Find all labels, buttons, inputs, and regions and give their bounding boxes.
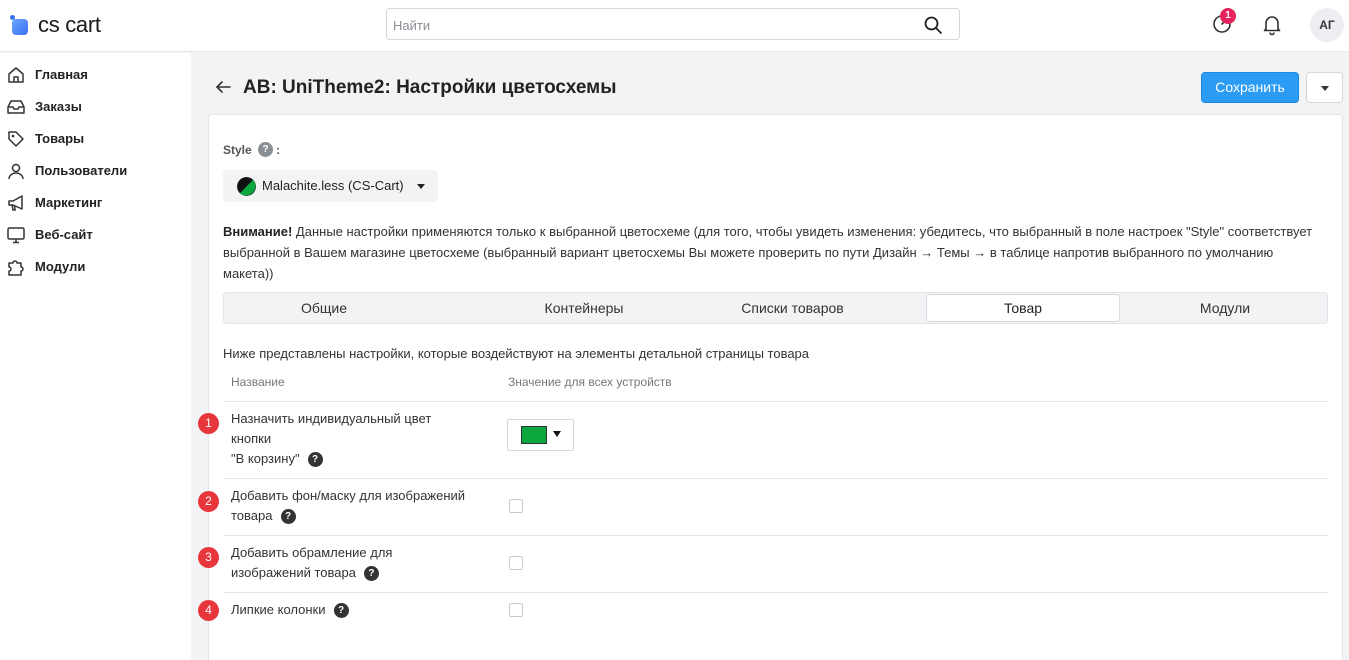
megaphone-icon bbox=[8, 195, 23, 211]
color-swatch bbox=[521, 426, 547, 444]
notification-badge: 1 bbox=[1220, 8, 1236, 24]
sidebar-item-label: Модули bbox=[35, 259, 86, 274]
row-number-marker: 2 bbox=[198, 491, 219, 512]
search-input[interactable] bbox=[393, 15, 913, 35]
divider bbox=[223, 401, 1328, 402]
style-select[interactable]: Malachite.less (CS-Cart) bbox=[223, 170, 438, 202]
sidebar-item-orders[interactable]: Заказы bbox=[0, 91, 191, 123]
setting-label-sticky-columns: Липкие колонки? bbox=[231, 600, 501, 620]
back-arrow-icon[interactable] bbox=[214, 78, 232, 96]
bell-icon[interactable] bbox=[1260, 12, 1284, 36]
chevron-down-icon bbox=[417, 184, 425, 189]
tab-modules[interactable]: Модули bbox=[1128, 293, 1322, 323]
notice-bold: Внимание! bbox=[223, 224, 293, 239]
avatar[interactable]: АГ bbox=[1310, 8, 1344, 42]
style-colon: : bbox=[276, 143, 280, 157]
logo-icon bbox=[10, 15, 30, 35]
setting-label-line: "В корзину" bbox=[231, 451, 300, 466]
setting-label-line: изображений товара bbox=[231, 565, 356, 580]
section-description: Ниже представлены настройки, которые воз… bbox=[223, 346, 810, 361]
top-bar: cs cart 1 АГ bbox=[0, 0, 1349, 52]
color-picker[interactable] bbox=[507, 419, 574, 451]
divider bbox=[223, 478, 1328, 479]
tab-product[interactable]: Товар bbox=[926, 294, 1120, 322]
sidebar-item-label: Заказы bbox=[35, 99, 82, 114]
logo-text: cs cart bbox=[38, 12, 101, 37]
warning-notice: Внимание! Данные настройки применяются т… bbox=[223, 221, 1323, 284]
setting-label-image-frame: Добавить обрамление для изображений това… bbox=[231, 543, 501, 583]
sidebar-item-marketing[interactable]: Маркетинг bbox=[0, 187, 191, 219]
save-button[interactable]: Сохранить bbox=[1201, 72, 1299, 103]
puzzle-icon bbox=[8, 260, 24, 276]
tab-containers[interactable]: Контейнеры bbox=[486, 293, 682, 323]
monitor-icon bbox=[7, 227, 25, 244]
setting-label-image-mask: Добавить фон/маску для изображений товар… bbox=[231, 486, 501, 526]
row-number-marker: 4 bbox=[198, 600, 219, 621]
inbox-icon bbox=[7, 100, 25, 114]
search-icon[interactable] bbox=[923, 15, 943, 35]
sticky-columns-checkbox[interactable] bbox=[509, 603, 523, 617]
row-number-marker: 1 bbox=[198, 413, 219, 434]
row-number-marker: 3 bbox=[198, 547, 219, 568]
sidebar-item-label: Маркетинг bbox=[35, 195, 103, 210]
image-frame-checkbox[interactable] bbox=[509, 556, 523, 570]
notice-text: Данные настройки применяются только к вы… bbox=[223, 224, 1313, 281]
help-icon[interactable]: ? bbox=[280, 509, 296, 525]
user-icon bbox=[8, 163, 24, 180]
sidebar-item-label: Пользователи bbox=[35, 163, 128, 178]
tab-general[interactable]: Общие bbox=[226, 293, 422, 323]
color-scheme-swatch-icon bbox=[237, 177, 256, 196]
sidebar-item-home[interactable]: Главная bbox=[0, 59, 191, 91]
sidebar-item-modules[interactable]: Модули bbox=[0, 251, 191, 283]
help-icon[interactable]: ? bbox=[307, 452, 323, 468]
tabs-bar: Общие Контейнеры Списки товаров Товар Мо… bbox=[223, 292, 1328, 324]
help-icon[interactable]: ? bbox=[333, 603, 349, 619]
sidebar-item-users[interactable]: Пользователи bbox=[0, 155, 191, 187]
divider bbox=[223, 535, 1328, 536]
sidebar-item-label: Главная bbox=[35, 67, 88, 82]
sidebar: Главная Заказы Товары Пользователи Марке… bbox=[0, 53, 191, 660]
setting-label-line: Добавить фон/маску для изображений bbox=[231, 488, 466, 503]
search-box[interactable] bbox=[386, 8, 960, 40]
setting-label-button-color: Назначить индивидуальный цвет кнопки "В … bbox=[231, 409, 501, 469]
setting-label-line: Добавить обрамление для bbox=[231, 545, 393, 560]
tag-icon bbox=[8, 131, 24, 147]
help-icon[interactable]: ? bbox=[363, 566, 379, 582]
logo[interactable]: cs cart bbox=[10, 13, 101, 37]
style-label: Style bbox=[223, 143, 252, 157]
setting-label-line: кнопки bbox=[231, 431, 272, 446]
chevron-down-icon bbox=[1321, 86, 1329, 91]
sidebar-item-products[interactable]: Товары bbox=[0, 123, 191, 155]
tab-product-lists[interactable]: Списки товаров bbox=[685, 293, 900, 323]
column-header-value: Значение для всех устройств bbox=[508, 375, 672, 389]
sidebar-item-website[interactable]: Веб-сайт bbox=[0, 219, 191, 251]
chevron-down-icon bbox=[553, 431, 561, 437]
more-actions-button[interactable] bbox=[1306, 72, 1343, 103]
style-value: Malachite.less (CS-Cart) bbox=[262, 178, 404, 193]
divider bbox=[223, 592, 1328, 593]
setting-label-line: Назначить индивидуальный цвет bbox=[231, 411, 432, 426]
setting-label-line: товара bbox=[231, 508, 273, 523]
sidebar-item-label: Веб-сайт bbox=[35, 227, 93, 242]
help-icon[interactable]: ? bbox=[258, 142, 273, 157]
page-title: AB: UniTheme2: Настройки цветосхемы bbox=[243, 77, 617, 98]
setting-label-line: Липкие колонки bbox=[231, 602, 326, 617]
sidebar-item-label: Товары bbox=[35, 131, 85, 146]
image-mask-checkbox[interactable] bbox=[509, 499, 523, 513]
home-icon bbox=[8, 67, 24, 83]
column-header-name: Название bbox=[231, 375, 285, 389]
